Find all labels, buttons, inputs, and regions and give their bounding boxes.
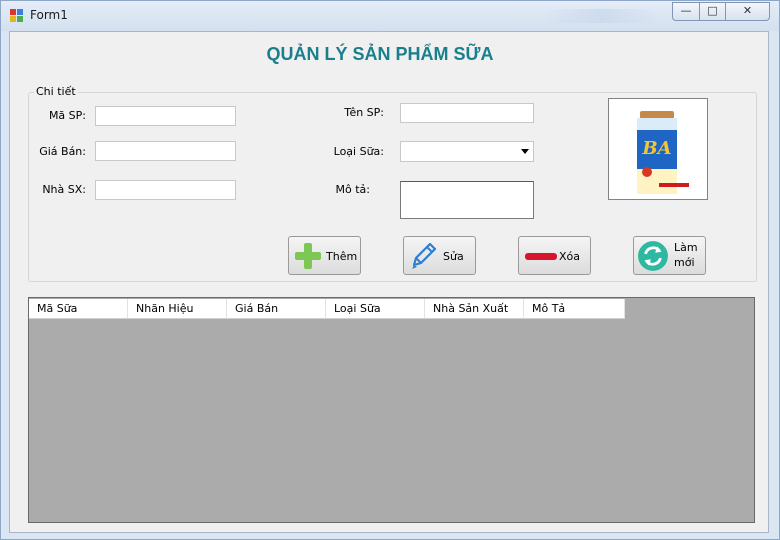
- minimize-icon: —: [680, 4, 692, 17]
- form-client-area: QUẢN LÝ SẢN PHẨM SỮA Chi tiết Mã SP: Giá…: [9, 31, 769, 533]
- close-button[interactable]: ✕: [725, 2, 770, 21]
- column-header-loai-sua[interactable]: Loại Sữa: [326, 299, 425, 319]
- column-header-gia-ban[interactable]: Giá Bán: [227, 299, 326, 319]
- page-title: QUẢN LÝ SẢN PHẨM SỮA: [266, 44, 494, 64]
- ma-sp-label: Mã SP:: [48, 109, 86, 122]
- lam-moi-label-line2: mới: [674, 256, 695, 269]
- window-title: Form1: [30, 8, 68, 22]
- sua-button[interactable]: Sửa: [403, 236, 476, 275]
- gia-ban-label: Giá Bán:: [39, 145, 86, 158]
- nha-sx-input[interactable]: [95, 180, 236, 200]
- ten-sp-label: Tên SP:: [344, 106, 384, 119]
- lam-moi-label-line1: Làm: [674, 241, 698, 254]
- ma-sp-input[interactable]: [95, 106, 236, 126]
- maximize-button[interactable]: □: [699, 2, 726, 21]
- gia-ban-input[interactable]: [95, 141, 236, 161]
- minimize-button[interactable]: —: [672, 2, 700, 21]
- products-datagrid[interactable]: Mã Sữa Nhãn Hiệu Giá Bán Loại Sữa Nhà Sả…: [28, 297, 755, 523]
- mo-ta-label: Mô tả:: [335, 183, 370, 196]
- milk-can-image: BA: [637, 111, 689, 194]
- column-header-nhan-hieu[interactable]: Nhãn Hiệu: [128, 299, 227, 319]
- loai-sua-select[interactable]: [400, 141, 534, 162]
- main-window: Form1 — □ ✕ QUẢN LÝ SẢN PHẨM SỮA Chi tiế…: [0, 0, 780, 540]
- minus-icon: [525, 253, 557, 260]
- xoa-label: Xóa: [559, 250, 581, 263]
- app-icon: [10, 9, 24, 23]
- title-bar-blur: [541, 9, 661, 23]
- mo-ta-textarea[interactable]: [400, 181, 534, 219]
- dropdown-arrow-icon[interactable]: [521, 149, 529, 154]
- xoa-button[interactable]: Xóa: [518, 236, 591, 275]
- pencil-icon: [412, 242, 437, 269]
- loai-sua-label: Loại Sữa:: [333, 145, 384, 158]
- title-bar[interactable]: Form1 — □ ✕: [1, 1, 779, 31]
- svg-text:BA: BA: [641, 138, 671, 159]
- lam-moi-button[interactable]: Làm mới: [633, 236, 706, 275]
- ten-sp-input[interactable]: [400, 103, 534, 123]
- them-button[interactable]: Thêm: [288, 236, 361, 275]
- sua-label: Sửa: [443, 250, 464, 263]
- nha-sx-label: Nhà SX:: [42, 183, 86, 196]
- close-icon: ✕: [742, 4, 753, 17]
- refresh-icon: [638, 241, 668, 271]
- details-group-caption: Chi tiết: [34, 85, 78, 98]
- maximize-icon: □: [707, 4, 718, 17]
- plus-icon: [295, 243, 321, 269]
- grid-header-row: Mã Sữa Nhãn Hiệu Giá Bán Loại Sữa Nhà Sả…: [29, 299, 625, 319]
- column-header-ma-sua[interactable]: Mã Sữa: [29, 299, 128, 319]
- column-header-mo-ta[interactable]: Mô Tả: [524, 299, 625, 319]
- product-picturebox: BA: [608, 98, 708, 200]
- column-header-nha-san-xuat[interactable]: Nhà Sản Xuất: [425, 299, 524, 319]
- them-label: Thêm: [326, 250, 358, 263]
